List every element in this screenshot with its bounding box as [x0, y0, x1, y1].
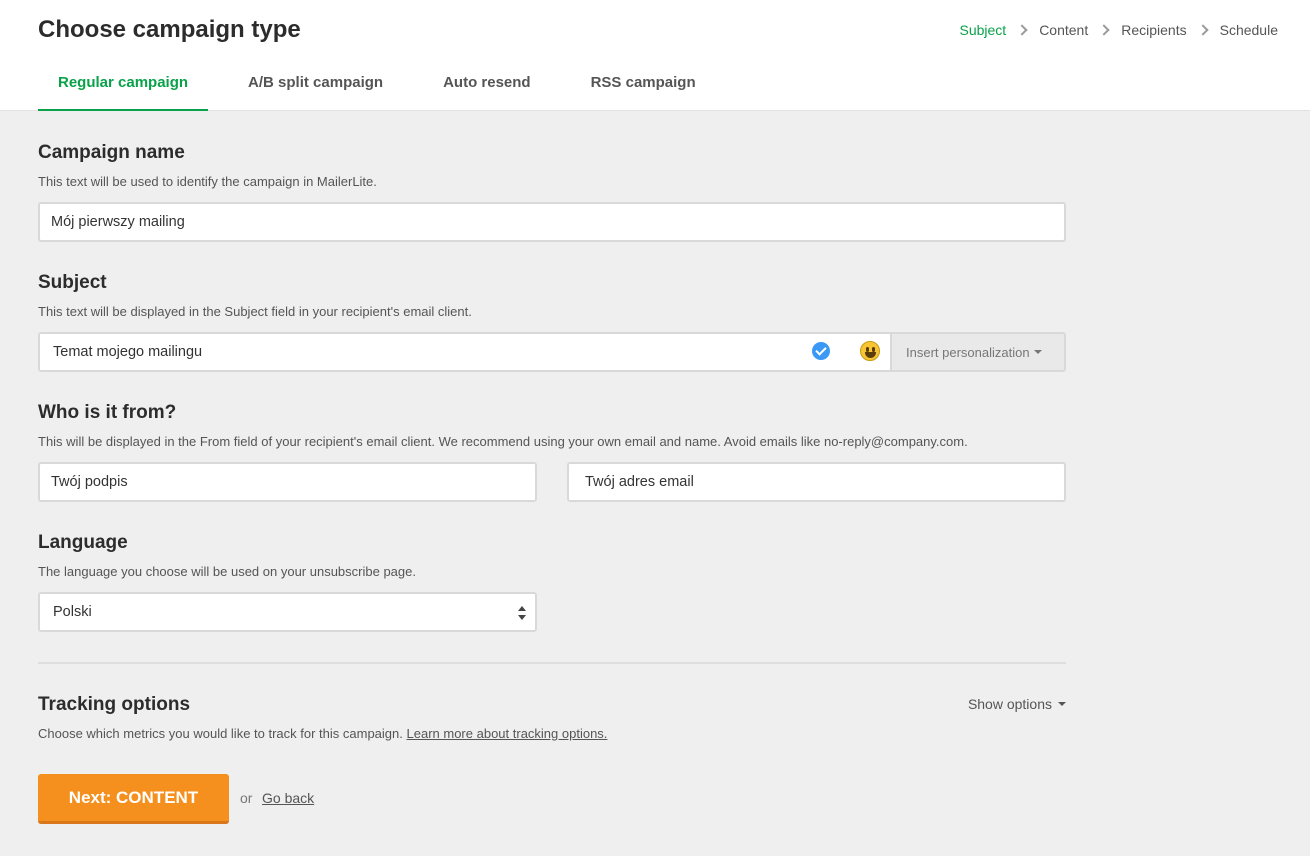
campaign-name-input[interactable]: Mój pierwszy mailing	[38, 202, 1066, 242]
from-hint: This will be displayed in the From field…	[38, 434, 968, 449]
smiley-mouth	[865, 352, 876, 358]
divider	[38, 662, 1066, 664]
breadcrumb-step-subject[interactable]: Subject	[959, 22, 1006, 38]
next-content-button[interactable]: Next: CONTENT	[38, 774, 229, 824]
campaign-name-value: Mój pierwszy mailing	[51, 214, 185, 230]
subject-section: Subject This text will be displayed in t…	[38, 272, 1066, 319]
insert-personalization-button[interactable]: Insert personalization	[890, 332, 1066, 372]
campaign-name-title: Campaign name	[38, 142, 185, 163]
chevron-right-icon	[1196, 24, 1209, 36]
language-select[interactable]: Polski	[38, 592, 537, 632]
show-options-toggle[interactable]: Show options	[968, 696, 1066, 712]
language-selected-value: Polski	[53, 604, 92, 620]
subject-hint: This text will be displayed in the Subje…	[38, 304, 472, 319]
language-title: Language	[38, 532, 128, 553]
verified-check-icon	[812, 342, 830, 360]
tab-ab-split-campaign[interactable]: A/B split campaign	[228, 60, 403, 111]
select-arrows-icon	[518, 606, 526, 620]
from-section: Who is it from? This will be displayed i…	[38, 402, 1066, 449]
subject-title: Subject	[38, 272, 107, 293]
breadcrumb-step-schedule[interactable]: Schedule	[1220, 22, 1278, 38]
campaign-name-section: Campaign name This text will be used to …	[38, 142, 1066, 189]
go-back-link[interactable]: Go back	[262, 790, 314, 806]
tracking-hint-text: Choose which metrics you would like to t…	[38, 726, 403, 741]
from-name-input[interactable]: Twój podpis	[38, 462, 537, 502]
subject-value: Temat mojego mailingu	[53, 344, 203, 360]
emoji-smiley-icon[interactable]	[860, 341, 880, 361]
tab-regular-campaign[interactable]: Regular campaign	[38, 60, 209, 111]
caret-down-icon	[1058, 702, 1066, 706]
language-hint: The language you choose will be used on …	[38, 564, 416, 579]
breadcrumb: Subject Content Recipients Schedule	[959, 22, 1278, 38]
insert-personalization-label: Insert personalization	[906, 344, 1030, 360]
subject-field-group: Temat mojego mailingu Insert personaliza…	[38, 332, 1066, 372]
caret-down-icon	[1033, 350, 1042, 354]
show-options-label: Show options	[967, 696, 1052, 712]
from-email-input[interactable]: Twój adres email	[567, 462, 1066, 502]
breadcrumb-step-content[interactable]: Content	[1039, 22, 1088, 38]
header: Choose campaign type Subject Content Rec…	[0, 0, 1310, 111]
page-title: Choose campaign type	[38, 16, 301, 43]
learn-more-tracking-link[interactable]: Learn more about tracking options.	[407, 726, 608, 741]
breadcrumb-step-recipients[interactable]: Recipients	[1121, 22, 1186, 38]
tab-rss-campaign[interactable]: RSS campaign	[571, 60, 716, 111]
chevron-right-icon	[1098, 24, 1110, 36]
tracking-section: Tracking options Choose which metrics yo…	[38, 694, 1066, 741]
from-title: Who is it from?	[38, 402, 177, 423]
tracking-hint: Choose which metrics you would like to t…	[38, 726, 1066, 741]
language-section: Language The language you choose will be…	[38, 532, 1066, 579]
subject-input[interactable]: Temat mojego mailingu	[38, 332, 892, 372]
chevron-right-icon	[1016, 24, 1028, 36]
campaign-type-tabs: Regular campaign A/B split campaign Auto…	[38, 60, 736, 111]
campaign-name-hint: This text will be used to identify the c…	[38, 174, 377, 189]
tracking-title: Tracking options	[38, 694, 191, 715]
from-name-value: Twój podpis	[51, 474, 128, 490]
or-text: or	[240, 790, 253, 806]
from-email-value: Twój adres email	[585, 474, 694, 490]
tab-auto-resend[interactable]: Auto resend	[423, 60, 551, 111]
